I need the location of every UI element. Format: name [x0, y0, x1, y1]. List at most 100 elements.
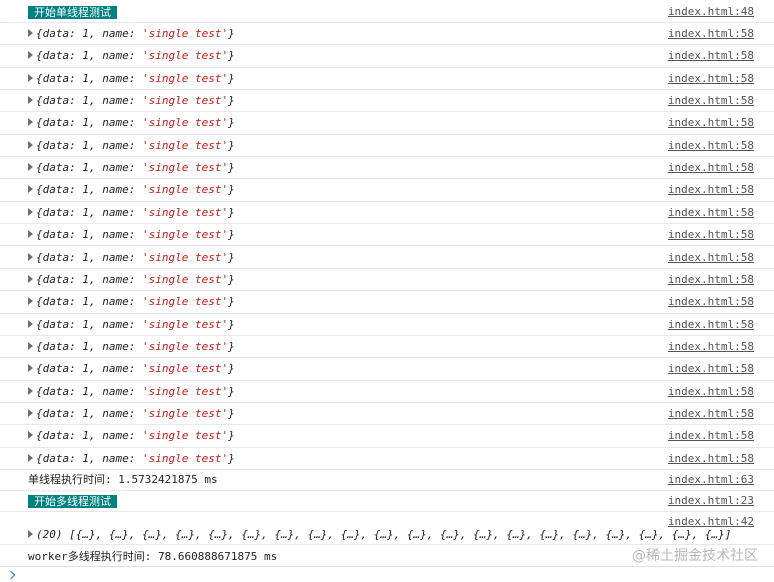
expand-triangle-icon[interactable]	[28, 163, 33, 172]
object-prefix: {data: 1, name:	[36, 317, 142, 331]
source-link[interactable]: index.html:58	[668, 45, 754, 67]
expand-triangle-icon[interactable]	[28, 185, 33, 194]
expand-triangle-icon[interactable]	[28, 341, 33, 350]
object-log-entry[interactable]: {data: 1, name: 'single test'}	[28, 381, 235, 403]
source-link[interactable]: index.html:58	[668, 381, 754, 403]
object-log-entry[interactable]: {data: 1, name: 'single test'}	[28, 23, 235, 45]
expand-triangle-icon[interactable]	[28, 252, 33, 261]
object-suffix: }	[228, 317, 235, 331]
object-log-entry[interactable]: {data: 1, name: 'single test'}	[28, 157, 235, 179]
source-link[interactable]: index.html:58	[668, 202, 754, 224]
object-log-entry[interactable]: {data: 1, name: 'single test'}	[28, 291, 235, 313]
expand-triangle-icon[interactable]	[28, 118, 33, 127]
object-suffix: }	[228, 451, 235, 465]
source-link[interactable]: index.html:23	[668, 491, 754, 511]
expand-triangle-icon[interactable]	[28, 408, 33, 417]
object-string-value: 'single test'	[141, 451, 229, 465]
object-string-value: 'single test'	[141, 161, 229, 175]
source-link[interactable]: index.html:58	[668, 23, 754, 45]
object-log-entry[interactable]: {data: 1, name: 'single test'}	[28, 336, 235, 358]
object-suffix: }	[228, 27, 235, 40]
object-log-entry[interactable]: {data: 1, name: 'single test'}	[28, 269, 235, 291]
object-suffix: }	[228, 49, 235, 63]
object-log-entry[interactable]: {data: 1, name: 'single test'}	[28, 68, 235, 90]
console-row-multi-start: 开始多线程测试 index.html:23	[0, 491, 774, 512]
object-log-entry[interactable]: {data: 1, name: 'single test'}	[28, 90, 235, 112]
source-link[interactable]: index.html:48	[668, 2, 754, 22]
source-link[interactable]: index.html:58	[668, 403, 754, 425]
source-link[interactable]: index.html:63	[668, 470, 754, 490]
expand-triangle-icon[interactable]	[28, 230, 33, 239]
source-link[interactable]: index.html:58	[668, 157, 754, 179]
object-suffix: }	[228, 116, 235, 130]
object-log-entry[interactable]: {data: 1, name: 'single test'}	[28, 112, 235, 134]
object-string-value: 'single test'	[141, 205, 229, 219]
expand-triangle-icon[interactable]	[28, 140, 33, 149]
console-row-object: {data: 1, name: 'single test'} index.html…	[0, 112, 774, 135]
single-thread-start-badge: 开始单线程测试	[28, 6, 117, 19]
object-string-value: 'single test'	[141, 406, 229, 420]
object-log-entry[interactable]: {data: 1, name: 'single test'}	[28, 425, 235, 447]
object-string-value: 'single test'	[141, 71, 229, 85]
object-log-entry[interactable]: {data: 1, name: 'single test'}	[28, 358, 235, 380]
object-prefix: {data: 1, name:	[36, 27, 142, 40]
console-row-object: {data: 1, name: 'single test'} index.html…	[0, 291, 774, 314]
expand-triangle-icon[interactable]	[28, 73, 33, 82]
expand-triangle-icon[interactable]	[28, 297, 33, 306]
object-log-entry[interactable]: {data: 1, name: 'single test'}	[28, 247, 235, 269]
console-row-object: {data: 1, name: 'single test'} index.html…	[0, 90, 774, 113]
source-link[interactable]: index.html:58	[668, 224, 754, 246]
object-log-entry[interactable]: {data: 1, name: 'single test'}	[28, 224, 235, 246]
source-link[interactable]: index.html:58	[668, 90, 754, 112]
array-log-entry[interactable]: (20) [{…}, {…}, {…}, {…}, {…}, {…}, {…},…	[28, 525, 731, 545]
object-prefix: {data: 1, name:	[36, 451, 142, 465]
source-link[interactable]: index.html:58	[668, 112, 754, 134]
multi-thread-start-badge: 开始多线程测试	[28, 495, 117, 508]
object-suffix: }	[228, 250, 235, 264]
object-suffix: }	[228, 362, 235, 376]
source-link[interactable]: index.html:58	[668, 358, 754, 380]
source-link[interactable]: index.html:58	[668, 291, 754, 313]
object-string-value: 'single test'	[141, 228, 229, 242]
expand-triangle-icon[interactable]	[28, 530, 33, 538]
object-prefix: {data: 1, name:	[36, 49, 142, 63]
console-prompt[interactable]	[0, 566, 774, 582]
object-string-value: 'single test'	[141, 339, 229, 353]
object-prefix: {data: 1, name:	[36, 406, 142, 420]
expand-triangle-icon[interactable]	[28, 96, 33, 105]
expand-triangle-icon[interactable]	[28, 29, 33, 37]
source-link[interactable]: index.html:58	[668, 425, 754, 447]
object-prefix: {data: 1, name:	[36, 116, 142, 130]
object-log-entry[interactable]: {data: 1, name: 'single test'}	[28, 448, 235, 470]
object-log-entry[interactable]: {data: 1, name: 'single test'}	[28, 314, 235, 336]
expand-triangle-icon[interactable]	[28, 207, 33, 216]
object-prefix: {data: 1, name:	[36, 362, 142, 376]
console-row-object: {data: 1, name: 'single test'} index.html…	[0, 202, 774, 225]
object-log-entry[interactable]: {data: 1, name: 'single test'}	[28, 179, 235, 201]
expand-triangle-icon[interactable]	[28, 364, 33, 373]
prompt-chevron-icon	[6, 570, 16, 580]
source-link[interactable]: index.html:58	[668, 336, 754, 358]
object-log-entry[interactable]: {data: 1, name: 'single test'}	[28, 45, 235, 67]
object-log-entry[interactable]: {data: 1, name: 'single test'}	[28, 403, 235, 425]
object-string-value: 'single test'	[141, 429, 229, 443]
expand-triangle-icon[interactable]	[28, 274, 33, 283]
expand-triangle-icon[interactable]	[28, 319, 33, 328]
source-link[interactable]: index.html:58	[668, 135, 754, 157]
expand-triangle-icon[interactable]	[28, 51, 33, 60]
expand-triangle-icon[interactable]	[28, 431, 33, 440]
object-prefix: {data: 1, name:	[36, 384, 142, 398]
expand-triangle-icon[interactable]	[28, 453, 33, 462]
expand-triangle-icon[interactable]	[28, 386, 33, 395]
source-link[interactable]: index.html:58	[668, 314, 754, 336]
object-prefix: {data: 1, name:	[36, 272, 142, 286]
source-link[interactable]: index.html:58	[668, 68, 754, 90]
source-link[interactable]: index.html:58	[668, 179, 754, 201]
source-link[interactable]: index.html:58	[668, 448, 754, 470]
console-row-object: {data: 1, name: 'single test'} index.html…	[0, 403, 774, 426]
object-string-value: 'single test'	[141, 49, 229, 63]
source-link[interactable]: index.html:58	[668, 269, 754, 291]
source-link[interactable]: index.html:58	[668, 247, 754, 269]
object-log-entry[interactable]: {data: 1, name: 'single test'}	[28, 135, 235, 157]
object-log-entry[interactable]: {data: 1, name: 'single test'}	[28, 202, 235, 224]
